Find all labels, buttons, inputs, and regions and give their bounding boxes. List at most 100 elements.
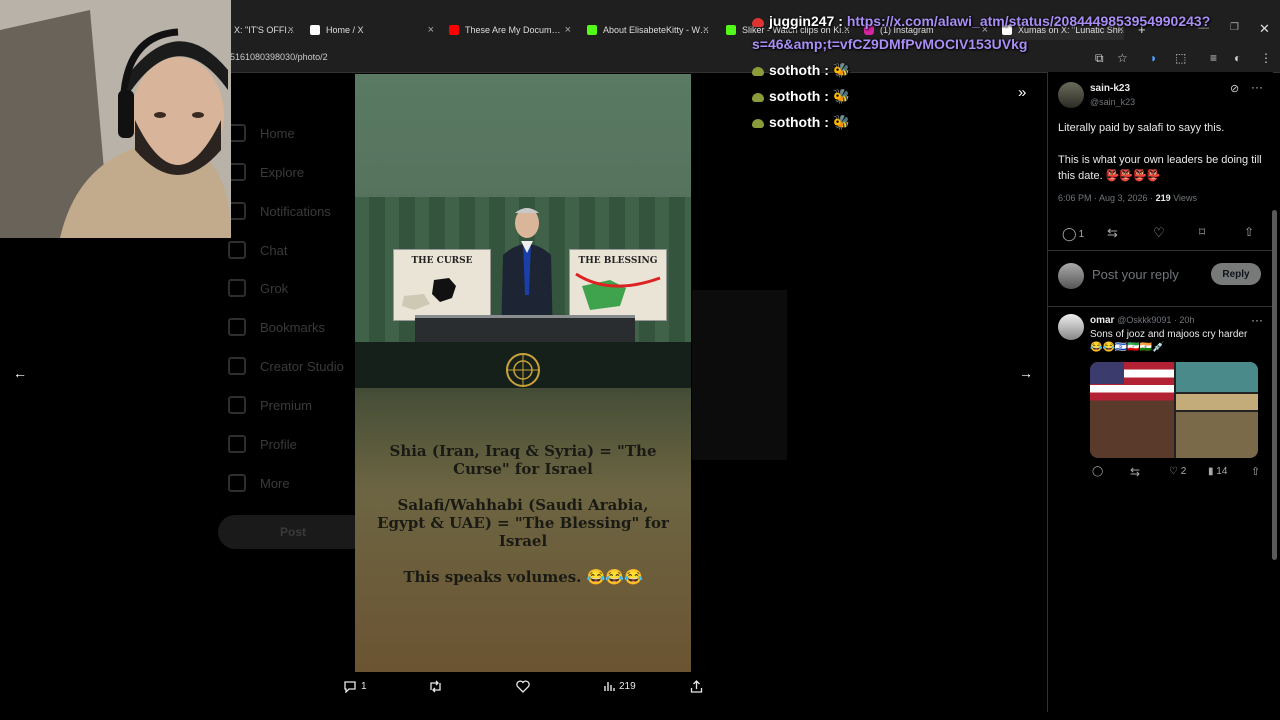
- bookmark-icon: [228, 318, 246, 336]
- sidebar-item-profile[interactable]: Profile: [228, 435, 297, 453]
- tab-x-its-official[interactable]: X: "IT'S OFFI… ×: [234, 20, 294, 40]
- scrollbar[interactable]: [1272, 210, 1277, 560]
- user-badge-icon: [752, 92, 764, 102]
- views-chart-icon: [604, 682, 615, 691]
- kick-icon: [587, 25, 597, 35]
- sign-the-curse: THE CURSE: [393, 249, 491, 321]
- audio-icon[interactable]: ◗: [1150, 51, 1157, 65]
- close-tab-icon[interactable]: ×: [428, 24, 434, 36]
- repost-icon[interactable]: ⇆: [1130, 465, 1140, 479]
- close-tab-icon[interactable]: ×: [703, 24, 709, 36]
- grok-icon: [228, 279, 246, 297]
- author-name[interactable]: sain-k23: [1090, 83, 1130, 94]
- chat-message: sothoth : 🐝: [752, 62, 850, 79]
- post-timestamp: 6:06 PM · Aug 3, 2026 · 219 Views: [1058, 193, 1197, 203]
- repost-icon: [430, 680, 441, 693]
- views-chart-icon: ▮: [1208, 466, 1214, 477]
- grok-icon[interactable]: ⊘: [1230, 82, 1239, 95]
- next-arrow-icon[interactable]: →: [1015, 362, 1037, 384]
- reply-icon[interactable]: ◯: [1092, 466, 1103, 477]
- un-emblem-icon: [506, 353, 540, 387]
- bookmark-star-icon[interactable]: ☆: [1117, 51, 1128, 65]
- views-action[interactable]: 219: [603, 680, 636, 692]
- comment-emojis: 😂😂🇮🇱🇮🇷🇮🇳💉: [1090, 342, 1165, 353]
- tab-kick-about[interactable]: About ElisabeteKitty - W… ×: [587, 20, 709, 40]
- reply-icon: ◯: [1062, 226, 1077, 241]
- chat-message-cont: s=46&amp;t=vfCZ9DMfPvMOCIV153UVkg: [752, 36, 1028, 52]
- reply-input[interactable]: Post your reply: [1092, 267, 1179, 282]
- post-text: Literally paid by salafi to sayy this. T…: [1058, 122, 1262, 182]
- sign-the-blessing: THE BLESSING: [569, 249, 667, 321]
- install-app-icon[interactable]: ⧉: [1095, 51, 1104, 66]
- comment-media[interactable]: [1090, 362, 1258, 458]
- reply-action[interactable]: 1: [343, 680, 367, 693]
- bookmark-icon[interactable]: ⌑: [1199, 225, 1205, 239]
- user-badge-icon: [752, 66, 764, 76]
- sidebar-item-more[interactable]: More: [228, 474, 290, 492]
- streamer-figure: [0, 0, 231, 238]
- close-tab-icon[interactable]: ×: [288, 24, 294, 36]
- photo-viewer-image: THE CURSE THE BLESSING Shia (Iran, Iraq …: [355, 74, 691, 672]
- comment-header[interactable]: omar @Oskkk9091 · 20h: [1090, 315, 1194, 326]
- avatar[interactable]: [1058, 82, 1084, 108]
- share-icon: [690, 680, 703, 693]
- sidebar-item-premium[interactable]: Premium: [228, 396, 312, 414]
- comment-text: Sons of jooz and majoos cry harder: [1090, 329, 1248, 340]
- chat-message: sothoth : 🐝: [752, 88, 850, 105]
- chat-message: sothoth : 🐝: [752, 114, 850, 131]
- reply-count[interactable]: ◯ 1: [1062, 226, 1084, 242]
- image-caption-text: Shia (Iran, Iraq & Syria) = "The Curse" …: [377, 442, 669, 586]
- sidebar-item-explore[interactable]: Explore: [228, 163, 304, 181]
- like-action[interactable]: [516, 680, 534, 693]
- sidebar-item-home[interactable]: Home: [228, 124, 295, 142]
- sidebar-item-grok[interactable]: Grok: [228, 279, 288, 297]
- heart-icon: ♡: [1169, 466, 1178, 477]
- url-text[interactable]: 5161080398030/photo/2: [230, 52, 328, 62]
- map-curse-icon: [394, 266, 490, 316]
- share-icon[interactable]: ⇧: [1251, 465, 1260, 478]
- user-badge-icon: [752, 17, 764, 27]
- maximize-icon[interactable]: ❐: [1230, 22, 1239, 33]
- share-icon[interactable]: ⇧: [1244, 225, 1254, 239]
- sidebar-item-bookmarks[interactable]: Bookmarks: [228, 318, 325, 336]
- heart-icon[interactable]: ♡: [1153, 225, 1165, 241]
- creator-icon: [228, 357, 246, 375]
- more-icon: [228, 474, 246, 492]
- more-options-icon[interactable]: ···: [1251, 313, 1263, 327]
- share-action[interactable]: [690, 680, 707, 693]
- sidebar-item-notifications[interactable]: Notifications: [228, 202, 331, 220]
- menu-dots-icon[interactable]: ⋮: [1260, 51, 1272, 65]
- sidebar-item-chat[interactable]: Chat: [228, 241, 287, 259]
- tab-youtube[interactable]: These Are My Docum… ×: [449, 20, 571, 40]
- sidebar-item-creator-studio[interactable]: Creator Studio: [228, 357, 344, 375]
- comment-views[interactable]: ▮ 14: [1208, 466, 1227, 477]
- x-logo-icon: [310, 25, 320, 35]
- x-sidebar-dimmed: Home Explore Notifications Chat Grok Boo…: [218, 72, 368, 712]
- post-button[interactable]: Post: [218, 515, 368, 549]
- youtube-icon: [449, 25, 459, 35]
- author-handle[interactable]: @sain_k23: [1090, 97, 1135, 107]
- reply-icon: [344, 681, 356, 693]
- user-badge-icon: [752, 118, 764, 128]
- close-window-icon[interactable]: ✕: [1259, 21, 1270, 37]
- extensions-icon[interactable]: ⬚: [1175, 51, 1186, 65]
- previous-arrow-icon[interactable]: ←: [9, 362, 31, 384]
- kick-icon: [726, 25, 736, 35]
- reply-button[interactable]: Reply: [1211, 263, 1261, 285]
- avatar[interactable]: [1058, 314, 1084, 340]
- post-detail-panel: sain-k23 @sain_k23 ⊘ ··· Literally paid …: [1047, 72, 1273, 712]
- tab-home-x[interactable]: Home / X ×: [310, 20, 434, 40]
- background-post-media: [692, 290, 787, 460]
- close-tab-icon[interactable]: ×: [565, 24, 571, 36]
- profile-icon[interactable]: ◐: [1234, 51, 1241, 65]
- chat-partial-line: [752, 0, 756, 9]
- media-control-icon[interactable]: ≡: [1210, 51, 1217, 65]
- more-options-icon[interactable]: ···: [1251, 80, 1263, 94]
- premium-icon: [228, 396, 246, 414]
- avatar: [1058, 263, 1084, 289]
- repost-icon[interactable]: ⇆: [1107, 225, 1118, 241]
- comment-like[interactable]: ♡ 2: [1169, 466, 1186, 477]
- heart-icon: [516, 680, 530, 693]
- repost-action[interactable]: [428, 680, 447, 693]
- expand-panel-icon[interactable]: »: [1018, 84, 1026, 101]
